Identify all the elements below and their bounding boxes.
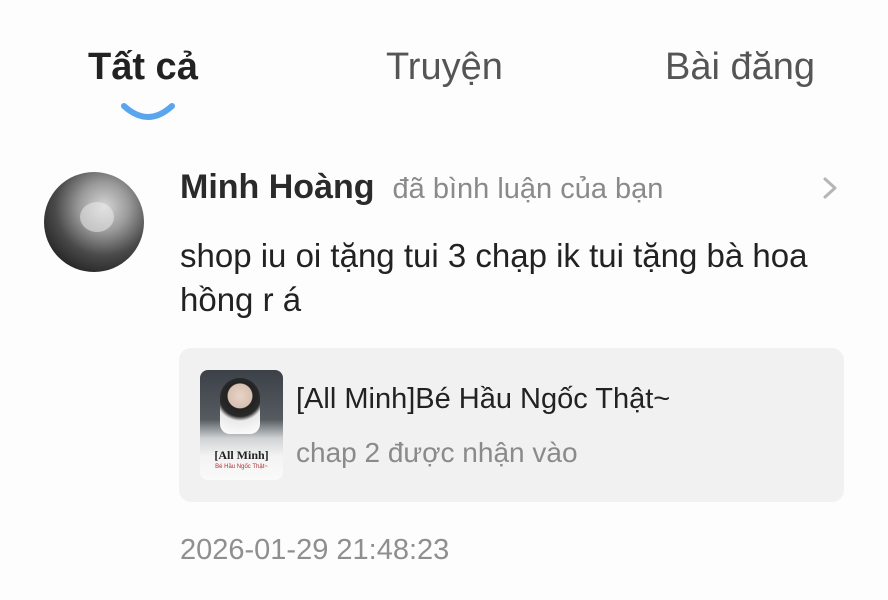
tab-posts[interactable]: Bài đăng <box>665 44 815 90</box>
cover-figure <box>220 378 260 434</box>
tab-bar: Tất cả Truyện Bài đăng <box>0 0 888 130</box>
user-name[interactable]: Minh Hoàng <box>180 168 375 206</box>
tab-all[interactable]: Tất cả <box>88 44 198 90</box>
chevron-right-icon[interactable] <box>818 174 842 202</box>
action-text: đã bình luận của bạn <box>392 173 664 205</box>
user-avatar[interactable] <box>44 172 144 272</box>
active-tab-indicator <box>121 103 175 120</box>
notification-header: Minh Hoàng đã bình luận của bạn <box>180 168 663 212</box>
story-subtitle: chap 2 được nhận vào <box>296 437 578 468</box>
timestamp: 2026-01-29 21:48:23 <box>180 534 450 566</box>
story-title: [All Minh]Bé Hầu Ngốc Thật~ <box>296 383 671 415</box>
cover-title: [All Minh] <box>214 448 269 462</box>
story-cover-image: [All Minh] Bé Hầu Ngốc Thật~ <box>200 370 283 480</box>
cover-subtitle: Bé Hầu Ngốc Thật~ <box>215 464 268 470</box>
notification-item[interactable]: Minh Hoàng đã bình luận của bạn shop iu o… <box>0 160 888 590</box>
tab-stories[interactable]: Truyện <box>386 44 503 90</box>
comment-text: shop iu oi tặng tui 3 chạp ik tui tặng b… <box>180 237 808 318</box>
story-card[interactable]: [All Minh] Bé Hầu Ngốc Thật~ [All Minh]B… <box>179 348 844 502</box>
